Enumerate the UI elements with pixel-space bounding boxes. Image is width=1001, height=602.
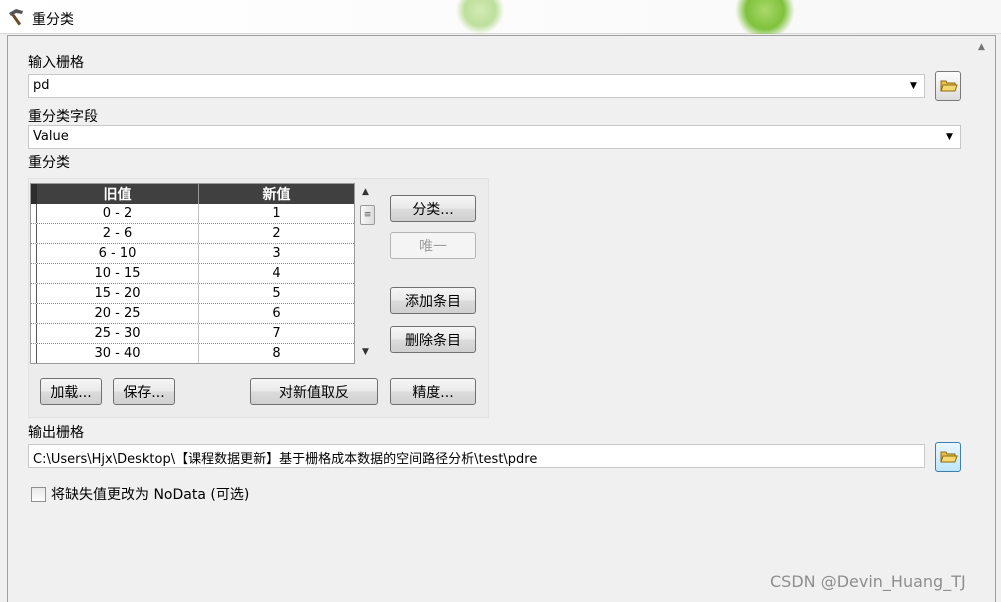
new-value-cell[interactable]: 4: [199, 264, 354, 283]
new-value-cell[interactable]: 7: [199, 324, 354, 343]
table-row[interactable]: 2 - 6 2: [31, 224, 354, 244]
column-header-new: 新值: [262, 187, 291, 203]
input-raster-browse-button[interactable]: [935, 71, 961, 101]
old-value-cell[interactable]: 10 - 15: [37, 264, 199, 283]
save-button[interactable]: 保存...: [113, 378, 175, 405]
watermark: CSDN @Devin_Huang_TJ: [770, 572, 966, 591]
reclassification-label: 重分类: [28, 155, 70, 171]
output-raster-input[interactable]: C:\Users\Hjx\Desktop\【课程数据更新】基于栅格成本数据的空间…: [28, 444, 925, 468]
new-value-cell[interactable]: 1: [199, 204, 354, 223]
new-value-cell[interactable]: 8: [199, 344, 354, 363]
title-bar: 重分类: [0, 0, 1001, 34]
nodata-option[interactable]: 将缺失值更改为 NoData (可选): [31, 484, 249, 504]
precision-button[interactable]: 精度...: [390, 378, 476, 405]
table-row[interactable]: 6 - 10 3: [31, 244, 354, 264]
table-row[interactable]: 30 - 40 8: [31, 344, 354, 363]
window-title: 重分类: [32, 12, 74, 28]
input-raster-combo[interactable]: pd ▼: [28, 74, 925, 98]
title-decoration: [730, 0, 800, 34]
output-raster-browse-button[interactable]: [935, 442, 961, 472]
scroll-up-icon[interactable]: ▲: [978, 42, 985, 52]
nodata-checkbox[interactable]: [31, 486, 46, 502]
scroll-down-icon[interactable]: ▼: [362, 347, 369, 357]
old-value-cell[interactable]: 30 - 40: [37, 344, 199, 363]
classify-button[interactable]: 分类...: [390, 195, 476, 222]
reclass-field-label: 重分类字段: [28, 109, 98, 125]
new-value-cell[interactable]: 2: [199, 224, 354, 243]
delete-entry-button[interactable]: 删除条目: [390, 326, 476, 353]
input-raster-label: 输入栅格: [28, 55, 84, 71]
reclass-table[interactable]: 旧值 新值 0 - 2 1 2 - 6 2 6 - 10 3 10 - 15 4…: [30, 183, 355, 364]
old-value-cell[interactable]: 2 - 6: [37, 224, 199, 243]
folder-open-icon: [940, 80, 958, 92]
old-value-cell[interactable]: 25 - 30: [37, 324, 199, 343]
scroll-up-icon[interactable]: ▲: [362, 187, 369, 197]
table-row[interactable]: 25 - 30 7: [31, 324, 354, 344]
table-header: 旧值 新值: [31, 184, 354, 204]
unique-button[interactable]: 唯一: [390, 232, 476, 259]
table-row[interactable]: 20 - 25 6: [31, 304, 354, 324]
new-value-cell[interactable]: 6: [199, 304, 354, 323]
folder-open-icon: [940, 451, 958, 463]
old-value-cell[interactable]: 15 - 20: [37, 284, 199, 303]
reverse-new-values-button[interactable]: 对新值取反: [250, 378, 378, 405]
old-value-cell[interactable]: 0 - 2: [37, 204, 199, 223]
column-header-old: 旧值: [37, 184, 199, 204]
old-value-cell[interactable]: 6 - 10: [37, 244, 199, 263]
chevron-down-icon[interactable]: ▼: [905, 75, 922, 97]
reclass-field-value: Value: [33, 129, 69, 144]
reclass-field-select[interactable]: Value ▼: [28, 125, 961, 149]
output-raster-label: 输出栅格: [28, 425, 84, 441]
load-button[interactable]: 加载...: [40, 378, 102, 405]
nodata-label: 将缺失值更改为 NoData (可选): [51, 487, 250, 503]
input-raster-value: pd: [33, 78, 50, 93]
add-entry-button[interactable]: 添加条目: [390, 287, 476, 314]
new-value-cell[interactable]: 3: [199, 244, 354, 263]
scroll-thumb[interactable]: ≡: [360, 205, 375, 225]
table-scrollbar[interactable]: ▲ ≡ ▼: [358, 183, 377, 364]
chevron-down-icon[interactable]: ▼: [941, 126, 958, 148]
hammer-icon: [7, 8, 27, 26]
new-value-cell[interactable]: 5: [199, 284, 354, 303]
table-row[interactable]: 10 - 15 4: [31, 264, 354, 284]
table-row[interactable]: 15 - 20 5: [31, 284, 354, 304]
table-row[interactable]: 0 - 2 1: [31, 204, 354, 224]
title-decoration: [455, 0, 505, 34]
old-value-cell[interactable]: 20 - 25: [37, 304, 199, 323]
